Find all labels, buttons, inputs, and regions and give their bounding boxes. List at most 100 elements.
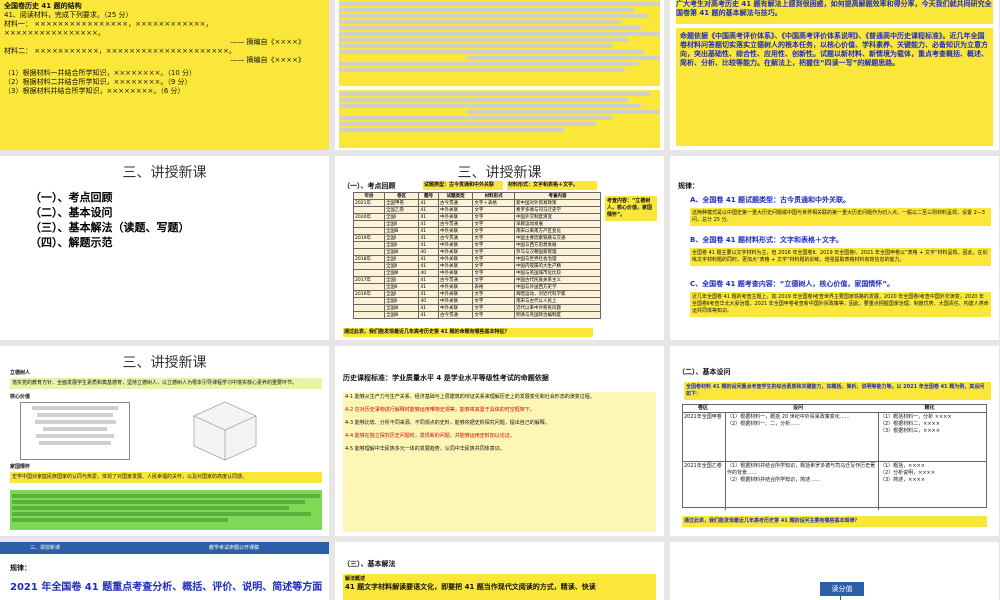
slide-8-item-2: 4-2 在对历史事物进行解释时能够运用唯物史观等，能够将其置于具体的时空框架下。 [345, 407, 535, 413]
table-cell: 新中国对外贸易政策 [514, 199, 601, 207]
table-cell: 40 [418, 269, 439, 277]
slide-9-row-1-q-2: （2）根据材料一、二，分析…… [727, 421, 801, 427]
slide-thumbnail-4[interactable]: 三、讲授新课 （一）、考点回顾 （二）、基本设问 （三）、基本解法（读题、写题）… [0, 156, 329, 340]
slide-9-row-1-label: 2021年全国甲卷 [683, 413, 726, 461]
table-cell: 41 [418, 290, 439, 298]
table-cell: 2016年 [353, 290, 385, 298]
table-cell: 41 [418, 206, 439, 214]
slide-thumbnail-5[interactable]: 三、讲授新课 （一）、考点回顾 试题类型：古今贯通和中外关联 材料形式：文字和表… [335, 156, 664, 340]
slide-7-lide-note: 落实党的教育方针、全面发展学生素质和奠基德育，坚持立德树人，以立德树人为根本引导… [10, 378, 322, 389]
slide-5-title: 三、讲授新课 [457, 165, 542, 181]
table-cell: 全国Ⅲ [383, 248, 420, 256]
slide-8-item-1: 4-1 能够从生产力与生产关系、经济基础与上层建筑的辩证关系来理解历史上的发展变… [345, 394, 595, 400]
slide-5-header-cell: 考查内容 [514, 192, 601, 200]
table-cell [353, 262, 385, 270]
table-cell: 41 [418, 234, 439, 242]
slide-7-cube-diagram [190, 400, 260, 462]
slide-4-title: 三、讲授新课 [122, 165, 207, 181]
table-cell: 文字 [472, 255, 516, 263]
table-cell [353, 304, 385, 312]
slide-9-row-2-a-2: （2）分析说明，×××× [880, 470, 935, 476]
table-cell: 全国Ⅰ [383, 234, 420, 242]
slide-thumbnail-3[interactable]: 广大考生对高考历史 41 题有解法上感到很困惑，如何提高解题效率和得分率，今天我… [670, 0, 999, 150]
slide-7-jiaguo: 家国情怀 [10, 464, 31, 470]
slide-11-heading: （三）、基本解法 [343, 560, 396, 568]
slide-12-label: 读分值 [820, 582, 864, 596]
slide-thumbnail-11[interactable]: （三）、基本解法 解法概述 41 题文字材料解读要语文化，即要把 41 题当作现… [335, 542, 664, 600]
table-cell: 南宋与古代以人民上 [514, 297, 601, 305]
slide-11-text: 41 题文字材料解读要语文化，即要把 41 题当作现代文阅读的方式，精读、快读 [345, 583, 596, 591]
table-row: 全国Ⅲ 40 中外关联 文字 中国与英国城市化比较 [353, 269, 601, 277]
table-cell: 中国古代民族关系主义 [514, 276, 601, 284]
slide-3-intro: 广大考生对高考历史 41 题有解法上感到很困惑，如何提高解题效率和得分率，今天我… [676, 0, 992, 17]
table-cell: 中外关联 [437, 304, 474, 312]
table-cell: 文字 [472, 241, 516, 249]
slide-thumbnail-6[interactable]: 规律： A、全国卷 41 题试题类型：古今贯通和中外关联。 这两种模式是以中国史… [670, 156, 999, 340]
table-cell: 文字 [472, 311, 516, 319]
slide-6-heading: 规律： [678, 182, 699, 190]
table-row: 全国Ⅱ 41 古今贯通 文字 早教运动发展 [353, 220, 601, 228]
slide-thumbnail-10[interactable]: 三、讲授新课 教学考试命题公开课稿 规律： 2021 年全国卷 41 题重点考查… [0, 542, 329, 600]
table-cell: 中外关联 [437, 206, 474, 214]
table-cell [353, 297, 385, 305]
table-cell: 古今贯通 [437, 234, 474, 242]
slide-5-tag-type: 试题类型：古今贯通和中外关联 [423, 181, 503, 190]
slide-7-lide: 立德树人 [10, 370, 31, 376]
table-cell: 中外关联 [437, 297, 474, 305]
slide-3-body: 命题依据《中国高考评价体系》、《中国高考评价体系说明》、《普通高中历史课程标准》… [680, 32, 988, 67]
table-cell: 文字 [472, 213, 516, 221]
table-cell: 全国Ⅰ [383, 276, 420, 284]
table-cell: 2020年 [353, 213, 385, 221]
slide-5-heading: （一）、考点回顾 [343, 182, 396, 190]
slide-thumbnail-7[interactable]: 三、讲授新课 立德树人 落实党的教育方针、全面发展学生素质和奠基德育，坚持立德树… [0, 346, 329, 536]
slide-1-question-2: （2）根据材料二并结合所学知识，××××××××。（9 分） [4, 78, 192, 86]
slide-thumbnail-2[interactable] [335, 0, 664, 150]
slide-4-item-1: （一）、考点回顾 [30, 191, 113, 204]
slide-6-b: B、全国卷 41 题材料形式：文字和表格＋文字。 [690, 236, 843, 244]
slide-5-table: 年份 卷区 题号 试题类型 材料形式 考查内容 2021年 全国甲卷 41 古今贯通 文字＋表格新… [353, 192, 601, 319]
table-cell: 辉煌运动，对近代科学家 [514, 290, 601, 298]
table-row: 全国Ⅱ 41 中外关联 表格 中国与外国西方史学 [353, 283, 601, 291]
table-cell: 2018年 [353, 255, 385, 263]
slide-1-line-6: 材料二： ×××××××××××，×××××××××××××××××××××。 [4, 47, 236, 55]
table-cell: 全国Ⅰ [383, 290, 420, 298]
slide-5-tag-form: 材料形式：文字和表格＋文字。 [507, 181, 597, 190]
slide-5-header-cell: 题号 [418, 192, 439, 200]
table-cell [353, 206, 385, 214]
table-cell: 中外关联 [437, 248, 474, 256]
slide-thumbnail-8[interactable]: 历史课程标准：学业质量水平 4 是学业水平等级性考试的命题依据 4-1 能够从生… [335, 346, 664, 536]
slide-9-col-1: 卷区 [697, 405, 708, 411]
slide-thumbnail-9[interactable]: （二）、基本设问 全国卷材料 41 题的设问重点考查学生的综合素质和关键能力，如… [670, 346, 999, 536]
table-cell: 文字＋表格 [472, 199, 516, 207]
slide-9-row-1-a-3: （3）根据材料三，×××× [880, 428, 940, 434]
table-row: 全国Ⅱ 41 中外关联 文字 中国内夜属的大生产精 [353, 262, 601, 270]
table-cell: 中外关联 [437, 269, 474, 277]
slide-thumbnail-1[interactable]: 全国卷历史 41 题的结构 41、阅读材料，完成下列要求。（25 分） 材料一：… [0, 0, 329, 150]
table-row: 全国Ⅱ 41 中外关联 文字 中国与西方思想发展 [353, 241, 601, 249]
table-cell [353, 269, 385, 277]
table-cell [353, 283, 385, 291]
table-cell [353, 241, 385, 249]
table-cell: 全国Ⅲ [383, 311, 420, 319]
table-cell: 表格 [472, 283, 516, 291]
table-cell: 中外关联 [437, 262, 474, 270]
table-cell: 41 [418, 311, 439, 319]
slide-5-header-cell: 材料形式 [472, 192, 516, 200]
slide-9-col-3: 题化 [924, 405, 935, 411]
slide-thumbnail-12[interactable]: 读分值 [670, 542, 999, 600]
slide-8-heading: 历史课程标准：学业质量水平 4 是学业水平等级性考试的命题依据 [343, 374, 549, 382]
table-row: 2018年 全国Ⅰ 41 中外关联 文字 中国与世界社会治理 [353, 255, 601, 263]
table-cell: 文字 [472, 220, 516, 228]
table-cell: 全国Ⅱ [383, 283, 420, 291]
slide-7-hexin: 核心价值 [10, 394, 31, 400]
table-cell: 文字 [472, 304, 516, 312]
table-cell: 文字 [472, 206, 516, 214]
table-cell: 40 [418, 297, 439, 305]
table-cell: 全国Ⅲ [383, 227, 420, 235]
slide-9-row-2-a-1: （1）概括，×××× [880, 463, 925, 469]
slide-6-c-note: 近几年全国卷 41 题的考查主题上，如 2019 年全国卷Ⅰ考查世界主要国家铁路… [690, 292, 991, 317]
slide-8-item-5: 4-5 能够理解中华民族多元一体的发展趋势，认同中华民族共同体意识。 [345, 446, 505, 452]
table-cell: 中外关联 [437, 213, 474, 221]
table-cell: 罗马与汉朝国家管理 [514, 248, 601, 256]
table-cell: 全国甲卷 [383, 199, 420, 207]
